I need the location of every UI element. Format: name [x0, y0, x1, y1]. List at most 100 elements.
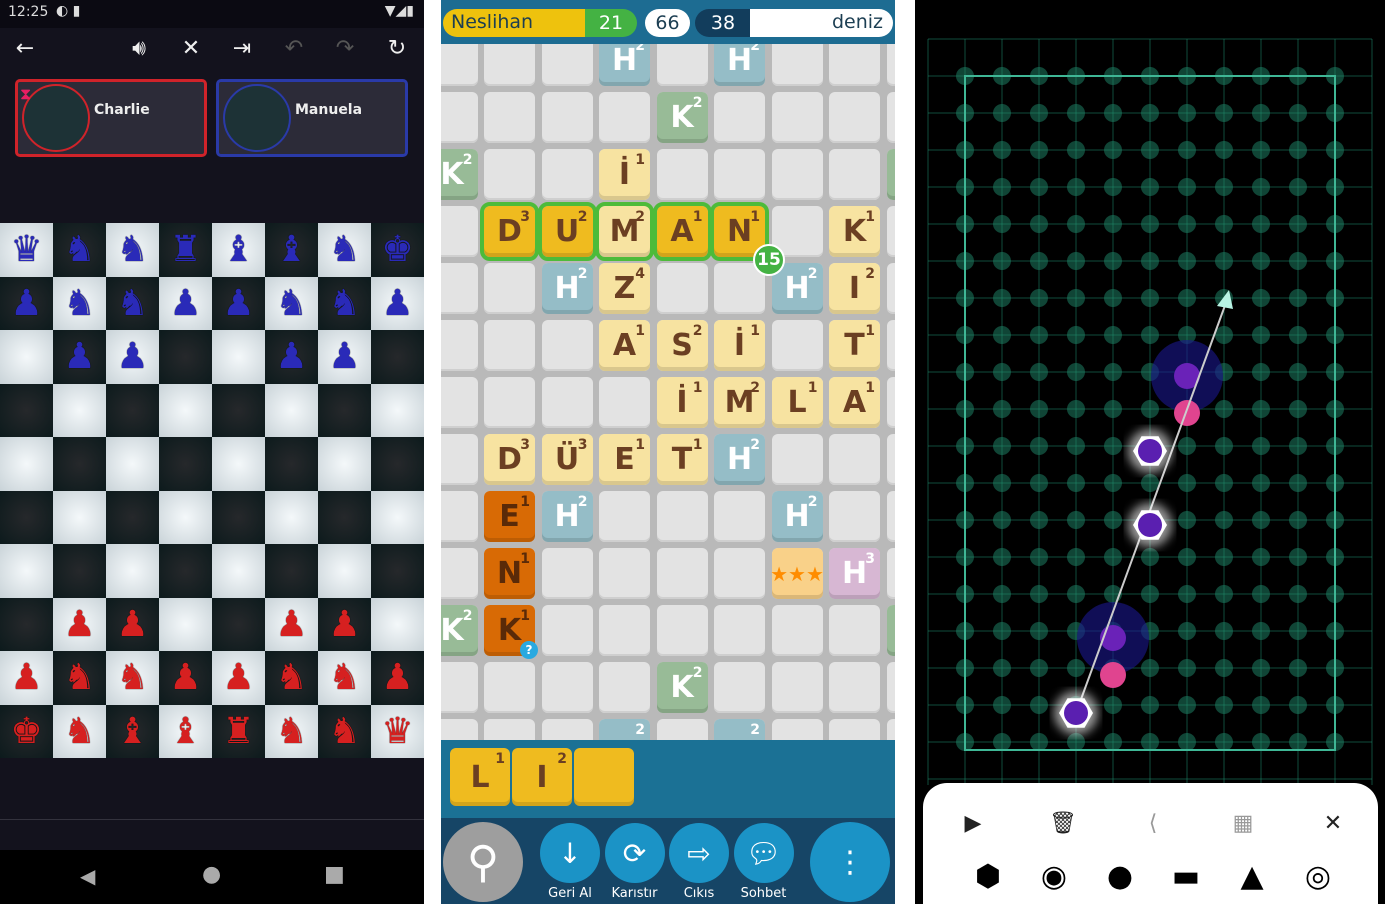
grid-node[interactable] — [1252, 326, 1270, 344]
board-cell[interactable] — [484, 662, 535, 713]
chess-square[interactable]: ♞ — [318, 704, 371, 758]
nav-recents-icon[interactable]: ■ — [324, 862, 345, 887]
chess-square[interactable] — [159, 330, 212, 384]
board-cell[interactable] — [441, 434, 478, 485]
chess-square[interactable]: ♟ — [159, 276, 212, 330]
grid-node[interactable] — [993, 326, 1011, 344]
grid-node[interactable] — [993, 289, 1011, 307]
grid-node[interactable] — [1067, 104, 1085, 122]
grid-node[interactable] — [1067, 548, 1085, 566]
grid-node[interactable] — [993, 548, 1011, 566]
board-cell[interactable] — [829, 491, 880, 542]
play-icon[interactable]: ▶ — [953, 803, 993, 843]
bonus-square[interactable]: K2 — [441, 605, 478, 656]
chess-square[interactable] — [0, 490, 53, 544]
bonus-square[interactable]: H3 — [829, 548, 880, 599]
grid-node[interactable] — [1289, 252, 1307, 270]
grid-node[interactable] — [1215, 215, 1233, 233]
letter-tile[interactable]: L1 — [771, 377, 823, 428]
board-cell[interactable] — [714, 149, 765, 200]
grid-node[interactable] — [1104, 511, 1122, 529]
red-knight-piece[interactable]: ♞ — [63, 711, 95, 752]
red-spartan-piece[interactable]: ♞ — [275, 657, 307, 698]
letter-tile[interactable]: K1 — [829, 206, 880, 257]
grid-node[interactable] — [1289, 585, 1307, 603]
letter-tile[interactable]: D3 — [484, 434, 535, 485]
rack-tile[interactable]: I2 — [512, 748, 572, 806]
grid-node[interactable] — [1141, 215, 1159, 233]
chess-square[interactable] — [371, 383, 424, 437]
chess-square[interactable]: ♞ — [106, 276, 159, 330]
grid-node[interactable] — [1030, 437, 1048, 455]
chess-square[interactable] — [0, 383, 53, 437]
grid-node[interactable] — [1104, 437, 1122, 455]
letter-tile[interactable]: D3 — [480, 202, 539, 261]
board-cell[interactable] — [541, 377, 593, 428]
board-cell[interactable] — [441, 491, 478, 542]
bonus-square[interactable]: H2 — [541, 491, 593, 542]
bonus-square[interactable]: K2 — [441, 149, 478, 200]
blue-queen-piece[interactable]: ♛ — [10, 229, 42, 270]
shuffle-button[interactable]: ⟳ — [604, 823, 665, 883]
grid-node[interactable] — [1104, 141, 1122, 159]
triangle-icon[interactable]: ▲ — [1232, 856, 1272, 896]
chess-square[interactable]: ♞ — [318, 276, 371, 330]
chess-square[interactable] — [371, 544, 424, 598]
letter-tile[interactable]: A1 — [599, 320, 650, 371]
board-cell[interactable] — [441, 263, 478, 314]
volume-icon[interactable]: 🔊︎ — [123, 34, 155, 64]
grid-node[interactable] — [1104, 289, 1122, 307]
grid-node[interactable] — [1104, 474, 1122, 492]
letter-tile[interactable]: Z4 — [599, 263, 650, 314]
red-pawn-piece[interactable]: ♟ — [381, 657, 413, 698]
hexagon-icon[interactable]: ⬢ — [968, 856, 1008, 896]
grid-node[interactable] — [1289, 733, 1307, 751]
red-pawn-piece[interactable]: ♟ — [63, 604, 95, 645]
trash-icon[interactable]: 🗑︎ — [1043, 803, 1083, 843]
bonus-square[interactable]: K2 — [656, 662, 708, 713]
grid-node[interactable] — [1289, 215, 1307, 233]
board-cell[interactable] — [771, 320, 823, 371]
grid-node[interactable] — [1067, 363, 1085, 381]
grid-node[interactable] — [1104, 215, 1122, 233]
grid-node[interactable] — [993, 659, 1011, 677]
grid-node[interactable] — [1252, 363, 1270, 381]
board-cell[interactable] — [441, 548, 478, 599]
board-cell[interactable] — [484, 263, 535, 314]
grid-node[interactable] — [1289, 363, 1307, 381]
back-arrow-icon[interactable]: ← — [9, 34, 41, 64]
chess-square[interactable] — [0, 330, 53, 384]
chess-square[interactable] — [53, 544, 106, 598]
rack-tile[interactable]: L1 — [450, 748, 510, 806]
target-circle-icon[interactable]: ◉ — [1034, 856, 1074, 896]
board-cell[interactable] — [886, 92, 895, 143]
grid-node[interactable] — [1215, 141, 1233, 159]
letter-tile[interactable]: M2 — [595, 202, 654, 261]
grid-node[interactable] — [1141, 474, 1159, 492]
board-cell[interactable] — [714, 548, 765, 599]
chess-square[interactable]: ♝ — [212, 223, 265, 277]
grid-node[interactable] — [1067, 326, 1085, 344]
grid-node[interactable] — [1178, 548, 1196, 566]
chess-square[interactable]: ♟ — [265, 330, 318, 384]
red-pawn-piece[interactable]: ♟ — [10, 657, 42, 698]
player-card-manuela[interactable]: Manuela — [216, 79, 408, 157]
chess-square[interactable]: ♟ — [106, 330, 159, 384]
grid-node[interactable] — [1067, 474, 1085, 492]
chess-square[interactable]: ♟ — [371, 276, 424, 330]
grid-node[interactable] — [1104, 548, 1122, 566]
grid-node[interactable] — [1215, 733, 1233, 751]
board-cell[interactable] — [829, 149, 880, 200]
chess-square[interactable] — [265, 544, 318, 598]
grid-node[interactable] — [1289, 696, 1307, 714]
chess-square[interactable]: ♛ — [371, 704, 424, 758]
blue-bishop-piece[interactable]: ♝ — [222, 229, 254, 270]
grid-node[interactable] — [1178, 437, 1196, 455]
letter-tile[interactable]: E1 — [484, 491, 535, 542]
board-cell[interactable] — [829, 662, 880, 713]
red-king-piece[interactable]: ♚ — [10, 711, 42, 752]
letter-tile[interactable]: A1 — [829, 377, 880, 428]
grid-node[interactable] — [1178, 252, 1196, 270]
grid-node[interactable] — [1067, 585, 1085, 603]
grid-node[interactable] — [1178, 474, 1196, 492]
